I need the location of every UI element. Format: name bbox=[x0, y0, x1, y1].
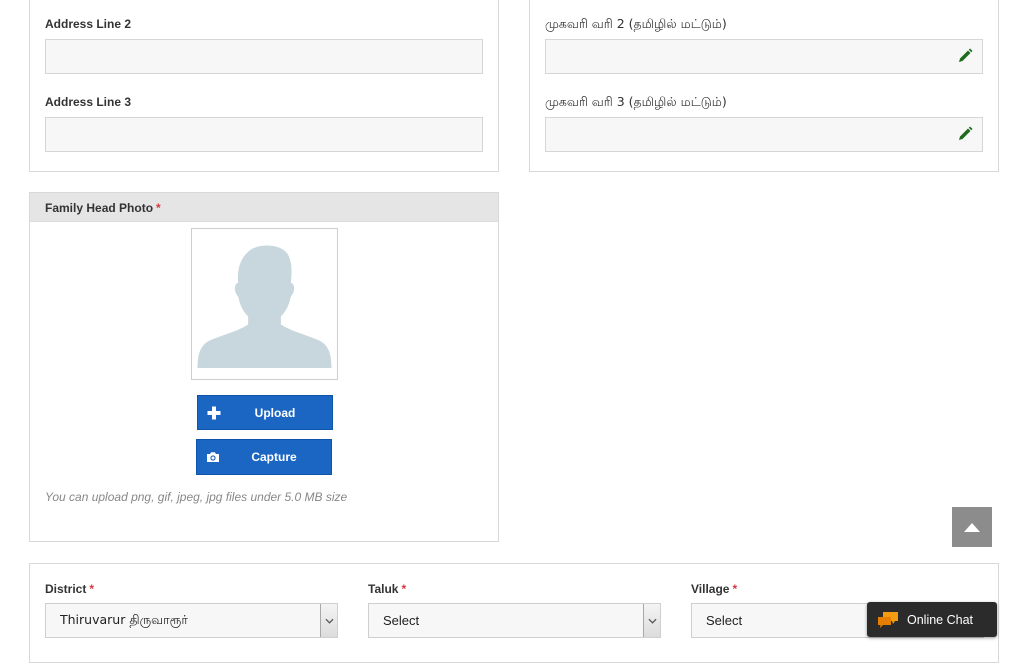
address-english-panel: Address Line 2 Address Line 3 bbox=[29, 0, 499, 172]
tamil-address-line-2-label: முகவரி வரி 2 (தமிழில் மட்டும்) bbox=[545, 16, 727, 31]
required-mark: * bbox=[401, 582, 407, 596]
photo-preview bbox=[191, 228, 338, 380]
district-select[interactable]: Thiruvarur திருவாரூர் bbox=[45, 603, 338, 638]
taluk-label: Taluk * bbox=[368, 582, 407, 596]
chevron-down-icon bbox=[320, 604, 337, 637]
chevron-down-icon bbox=[643, 604, 660, 637]
address-line-2-label: Address Line 2 bbox=[45, 17, 132, 31]
village-label: Village * bbox=[691, 582, 738, 596]
district-selected-value: Thiruvarur திருவாரூர் bbox=[60, 612, 188, 627]
capture-button[interactable]: Capture bbox=[196, 439, 332, 475]
taluk-selected-value: Select bbox=[383, 613, 420, 628]
required-mark: * bbox=[732, 582, 738, 596]
capture-label: Capture bbox=[251, 450, 297, 464]
avatar-placeholder-icon bbox=[197, 245, 332, 369]
caret-up-icon bbox=[964, 523, 980, 532]
pencil-icon[interactable] bbox=[957, 126, 973, 142]
address-line-3-label: Address Line 3 bbox=[45, 95, 132, 109]
village-selected-value: Select bbox=[706, 613, 743, 628]
upload-hint: You can upload png, gif, jpeg, jpg files… bbox=[45, 490, 348, 504]
address-line-3-input[interactable] bbox=[45, 117, 483, 152]
upload-button[interactable]: Upload bbox=[197, 395, 333, 430]
taluk-select[interactable]: Select bbox=[368, 603, 661, 638]
upload-label: Upload bbox=[254, 405, 296, 420]
online-chat-label: Online Chat bbox=[907, 612, 974, 627]
district-label: District * bbox=[45, 582, 95, 596]
address-tamil-panel: முகவரி வரி 2 (தமிழில் மட்டும்) முகவரி வர… bbox=[529, 0, 999, 172]
tamil-address-line-3-input[interactable] bbox=[545, 117, 983, 152]
online-chat-button[interactable]: Online Chat bbox=[867, 602, 997, 637]
pencil-icon[interactable] bbox=[957, 48, 973, 64]
family-head-photo-panel: Family Head Photo * Upload Capture You ca… bbox=[29, 192, 499, 542]
back-to-top-button[interactable] bbox=[952, 507, 992, 547]
address-line-2-input[interactable] bbox=[45, 39, 483, 74]
required-mark: * bbox=[156, 201, 161, 215]
chat-bubbles-icon bbox=[878, 612, 898, 628]
required-mark: * bbox=[89, 582, 95, 596]
location-panel: District * Thiruvarur திருவாரூர் Taluk * S… bbox=[29, 563, 999, 663]
photo-heading: Family Head Photo * bbox=[45, 201, 161, 215]
photo-panel-header: Family Head Photo * bbox=[30, 193, 498, 222]
tamil-address-line-3-label: முகவரி வரி 3 (தமிழில் மட்டும்) bbox=[545, 94, 727, 109]
tamil-address-line-2-input[interactable] bbox=[545, 39, 983, 74]
